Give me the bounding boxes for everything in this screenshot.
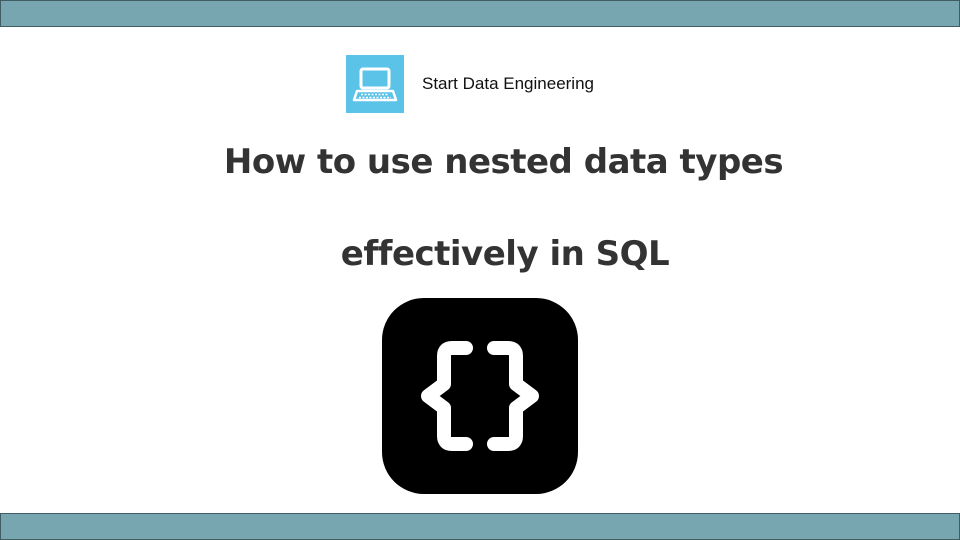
slide-title-line-1: How to use nested data types: [223, 142, 784, 182]
brand-name: Start Data Engineering: [422, 74, 594, 93]
laptop-icon: [352, 67, 398, 102]
brand-logo: [346, 55, 404, 113]
bottom-banner: [0, 513, 960, 540]
slide-title-line-2: effectively in SQL: [340, 234, 670, 274]
curly-braces-icon: [382, 298, 578, 494]
top-banner: [0, 0, 960, 27]
